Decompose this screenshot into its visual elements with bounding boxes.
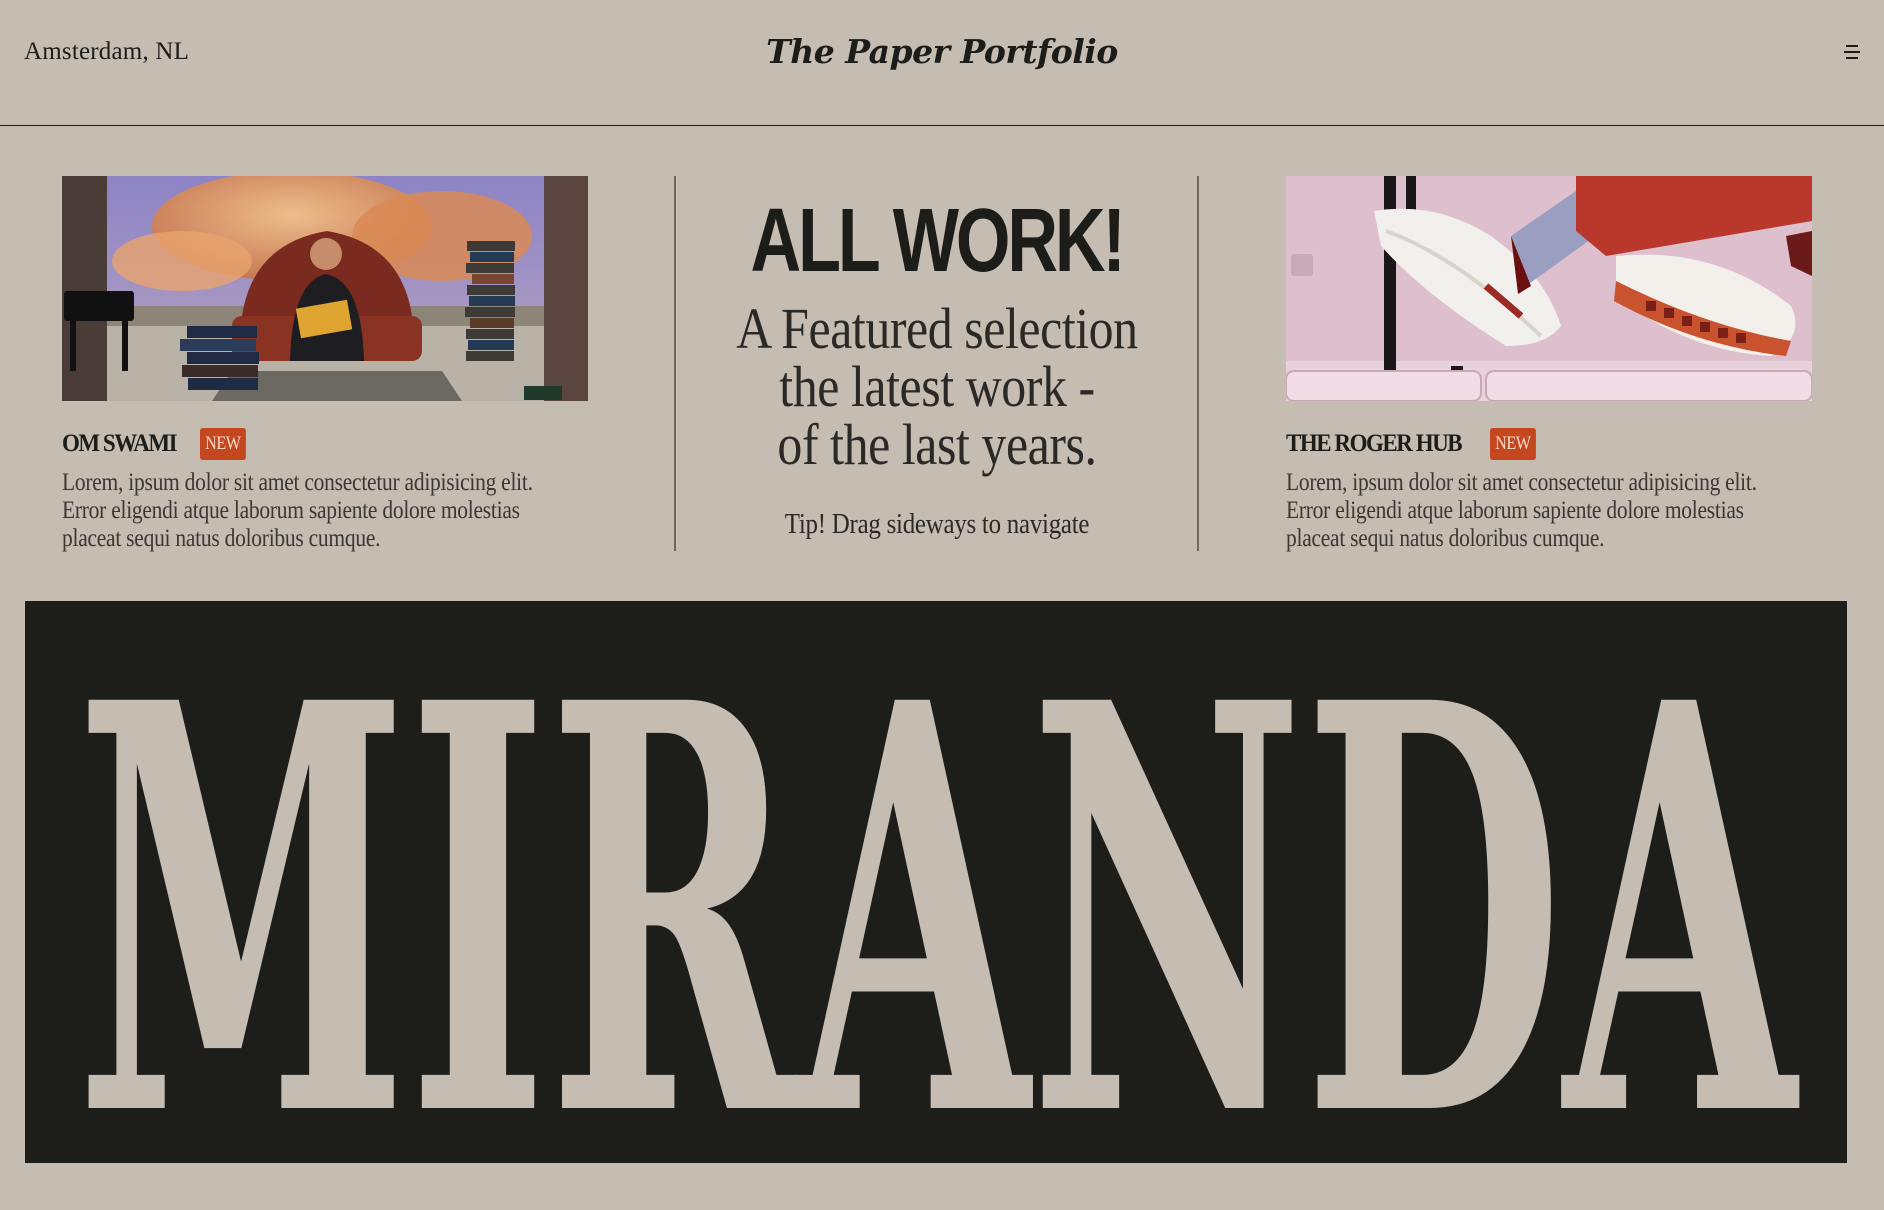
roger-hub-project-image[interactable] (1286, 176, 1812, 401)
project-title[interactable]: THE ROGER HUB (1286, 430, 1463, 458)
tagline-line: A Featured selection (736, 296, 1138, 361)
miranda-banner[interactable]: MIRANDA (25, 601, 1847, 1163)
navigation-tip: Tip! Drag sideways to navigate (784, 508, 1090, 540)
site-logo[interactable]: The Paper Portfolio (0, 32, 1884, 71)
hamburger-menu-icon[interactable] (1844, 45, 1862, 61)
column-divider (1197, 176, 1199, 551)
project-description: Lorem, ipsum dolor sit amet consectetur … (62, 469, 533, 552)
om-swami-project-image[interactable] (62, 176, 588, 401)
site-header: Amsterdam, NL The Paper Portfolio (0, 0, 1884, 126)
featured-intro: ALL WORK! A Featured selection the lates… (676, 196, 1198, 541)
new-badge: NEW (1490, 428, 1537, 460)
new-badge: NEW (200, 428, 246, 460)
tagline: A Featured selection the latest work - o… (713, 300, 1162, 474)
all-work-heading: ALL WORK! (750, 191, 1126, 291)
project-title[interactable]: OM SWAMI (62, 430, 178, 458)
tagline-line: of the last years. (777, 412, 1097, 477)
project-description: Lorem, ipsum dolor sit amet consectetur … (1286, 469, 1757, 552)
tagline-line: the latest work - (779, 354, 1095, 419)
banner-text: MIRANDA (76, 601, 1802, 1163)
project-card-roger-hub[interactable]: THE ROGER HUB NEW Lorem, ipsum dolor sit… (1286, 176, 1812, 553)
miranda-wordmark: MIRANDA (76, 601, 1802, 1163)
project-card-om-swami[interactable]: OM SWAMI NEW Lorem, ipsum dolor sit amet… (62, 176, 588, 553)
